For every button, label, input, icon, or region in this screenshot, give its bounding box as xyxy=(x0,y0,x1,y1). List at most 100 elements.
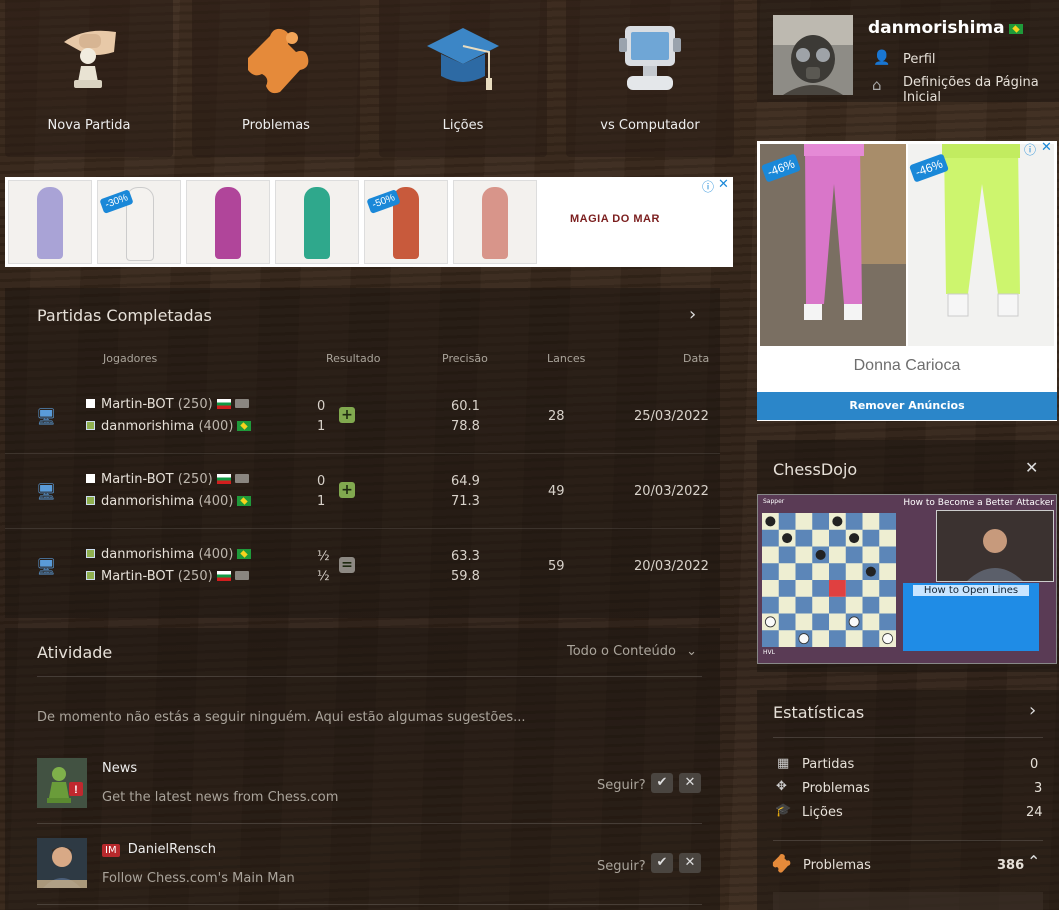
tile-lessons-label: Lições xyxy=(442,118,484,133)
ad-product-image[interactable] xyxy=(275,180,359,264)
player[interactable]: Martin-BOT (250) xyxy=(86,397,249,412)
tile-new-game[interactable]: Nova Partida xyxy=(5,0,173,157)
header-players: Jogadores xyxy=(103,352,158,365)
computer-icon: 🖥 xyxy=(36,557,57,576)
accuracy: 71.3 xyxy=(451,494,480,509)
follow-label: Seguir? xyxy=(597,859,646,874)
row-divider xyxy=(5,453,720,454)
suggestion-desc: Get the latest news from Chess.com xyxy=(102,790,339,805)
video-title: How to Become a Better Attacker xyxy=(903,498,1054,508)
header-date: Data xyxy=(683,352,710,365)
close-icon[interactable]: ✕ xyxy=(1025,458,1038,477)
completed-games-title[interactable]: Partidas Completadas xyxy=(37,306,212,325)
header-result: Resultado xyxy=(326,352,381,365)
ad-close-icon[interactable]: ✕ xyxy=(1041,140,1052,155)
bot-icon xyxy=(234,474,249,483)
chevron-up-icon[interactable]: ⌃ xyxy=(1027,852,1040,871)
suggestion-name-row[interactable]: IM DanielRensch xyxy=(102,842,216,857)
username: danmorishima xyxy=(868,18,1005,38)
tile-puzzles-label: Problemas xyxy=(242,118,310,133)
board-icon: ▦ xyxy=(777,756,790,771)
player-name: Martin-BOT xyxy=(101,397,174,412)
suggestion-name: DanielRensch xyxy=(127,842,217,857)
follow-confirm-button[interactable]: ✔ xyxy=(651,853,673,873)
ad-product-image[interactable] xyxy=(186,180,270,264)
player[interactable]: Martin-BOT (250) xyxy=(86,569,249,584)
chevron-right-icon[interactable]: › xyxy=(689,304,696,325)
avatar[interactable] xyxy=(37,838,87,888)
score: 0 xyxy=(317,399,326,414)
stat-label[interactable]: Problemas xyxy=(802,781,870,796)
row-divider xyxy=(5,528,720,529)
username-row[interactable]: danmorishima xyxy=(868,18,1023,38)
stat-label[interactable]: Lições xyxy=(802,805,843,820)
player[interactable]: danmorishima (400) xyxy=(86,547,252,562)
problems-footer-label[interactable]: Problemas xyxy=(803,858,871,873)
follow-label: Seguir? xyxy=(597,778,646,793)
win-icon: + xyxy=(339,482,355,498)
player[interactable]: Martin-BOT (250) xyxy=(86,472,249,487)
accuracy: 63.3 xyxy=(451,549,480,564)
player-rating: (400) xyxy=(198,494,234,509)
activity-title: Atividade xyxy=(37,643,113,662)
tile-vs-computer[interactable]: vs Computador xyxy=(566,0,734,157)
stat-label[interactable]: Partidas xyxy=(802,757,854,772)
ad-side[interactable]: -46% -46% ⓘ ✕ Donna Carioca xyxy=(757,140,1057,421)
suggestion-name[interactable]: News xyxy=(102,761,137,776)
chevron-right-icon[interactable]: › xyxy=(1029,700,1036,721)
brazil-flag-icon xyxy=(237,549,252,559)
avatar[interactable] xyxy=(773,15,853,95)
piece-color-indicator xyxy=(86,399,95,408)
svg-text:!: ! xyxy=(74,784,78,796)
video-thumbnail[interactable]: Sapper HVL How to Become a Better Attack… xyxy=(757,494,1057,664)
bulgaria-flag-icon xyxy=(216,474,231,484)
ad-product-image[interactable] xyxy=(97,180,181,264)
dismiss-button[interactable]: ✕ xyxy=(679,853,701,873)
brazil-flag-icon xyxy=(237,421,252,431)
remove-ads-button[interactable]: Remover Anúncios xyxy=(757,392,1057,420)
bulgaria-flag-icon xyxy=(216,399,231,409)
dismiss-button[interactable]: ✕ xyxy=(679,773,701,793)
tile-vs-computer-label: vs Computador xyxy=(600,118,700,133)
score: 1 xyxy=(317,419,326,434)
activity-filter-label: Todo o Conteúdo xyxy=(567,644,676,659)
piece-color-indicator xyxy=(86,421,95,430)
tile-lessons[interactable]: Lições xyxy=(379,0,547,157)
brazil-flag-icon xyxy=(237,496,252,506)
ad-close-icon[interactable]: ✕ xyxy=(718,177,729,192)
chessdojo-title: ChessDojo xyxy=(773,460,858,479)
puzzle-icon xyxy=(770,852,792,878)
move-count: 49 xyxy=(548,484,565,499)
problems-footer-content xyxy=(773,892,1043,910)
stats-title[interactable]: Estatísticas xyxy=(773,703,864,722)
ad-info-icon[interactable]: ⓘ xyxy=(702,178,714,195)
player-name: Martin-BOT xyxy=(101,569,174,584)
ad-info-icon[interactable]: ⓘ xyxy=(1024,141,1036,158)
move-count: 59 xyxy=(548,559,565,574)
avatar[interactable]: ! xyxy=(37,758,87,808)
activity-filter[interactable]: Todo o Conteúdo ⌄ xyxy=(567,644,697,659)
ad-brand-name[interactable]: Donna Carioca xyxy=(757,357,1057,375)
ad-product-image[interactable] xyxy=(8,180,92,264)
homepage-settings-link[interactable]: Definições da Página Inicial xyxy=(903,75,1048,105)
problems-footer-value: 386 xyxy=(997,858,1025,873)
divider xyxy=(37,676,702,677)
piece-color-indicator xyxy=(86,496,95,505)
player-rating: (250) xyxy=(177,472,213,487)
player-name: Martin-BOT xyxy=(101,472,174,487)
suggestion-desc: Follow Chess.com's Main Man xyxy=(102,871,295,886)
piece-color-indicator xyxy=(86,549,95,558)
tile-puzzles[interactable]: Problemas xyxy=(192,0,360,157)
follow-confirm-button[interactable]: ✔ xyxy=(651,773,673,793)
accuracy: 64.9 xyxy=(451,474,480,489)
ad-banner-top[interactable]: -30% -50% MAGIA DO MAR ⓘ ✕ xyxy=(5,177,733,267)
player[interactable]: danmorishima (400) xyxy=(86,494,252,509)
ad-product-image[interactable] xyxy=(364,180,448,264)
profile-link[interactable]: Perfil xyxy=(903,52,936,67)
score: ½ xyxy=(317,569,330,584)
ad-product-image[interactable] xyxy=(453,180,537,264)
move-count: 28 xyxy=(548,409,565,424)
player[interactable]: danmorishima (400) xyxy=(86,419,252,434)
computer-icon xyxy=(613,22,687,100)
header-moves: Lances xyxy=(547,352,586,365)
